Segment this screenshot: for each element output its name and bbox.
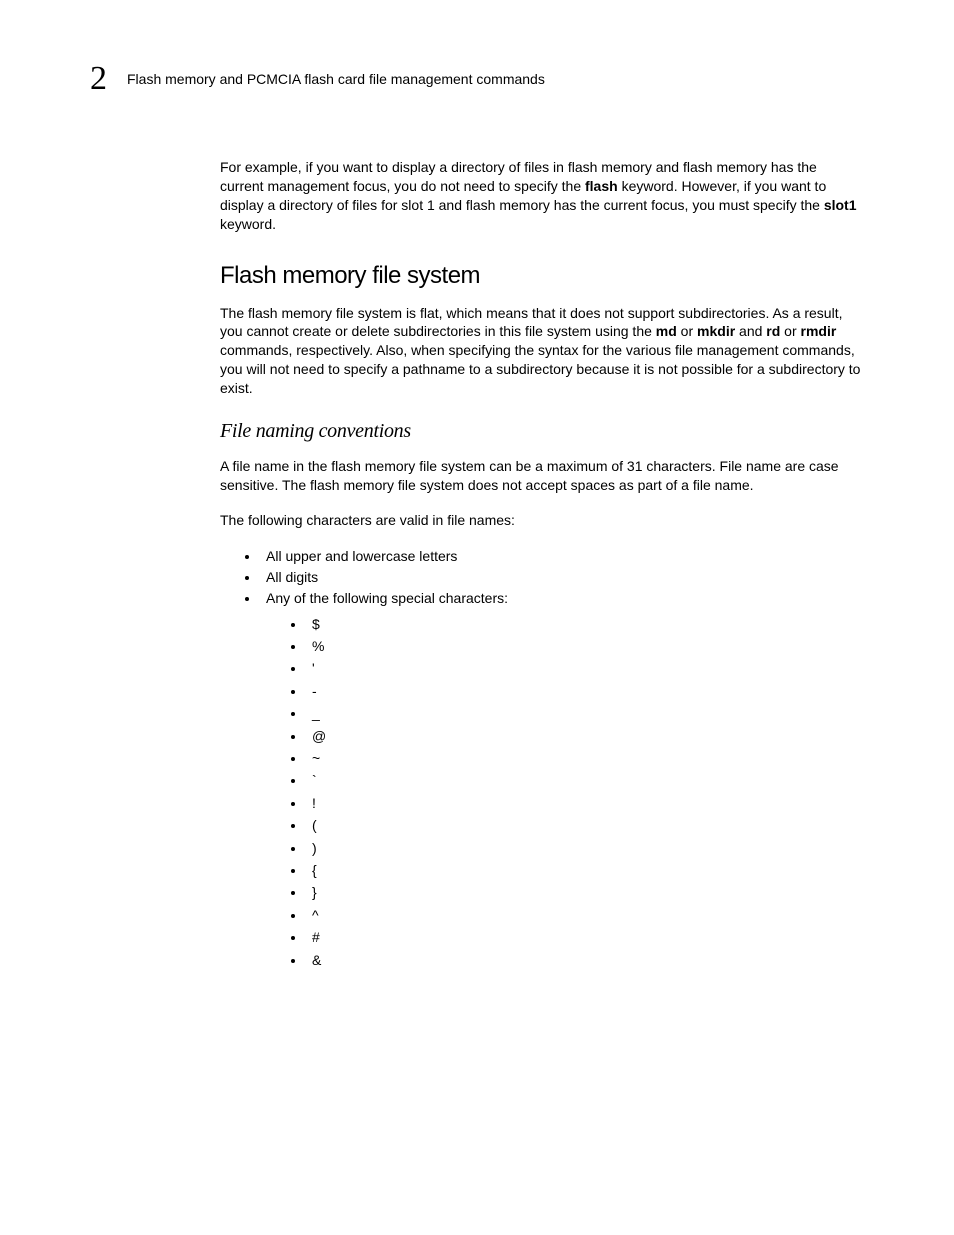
keyword-md: md	[656, 323, 677, 339]
subsection-heading-naming: File naming conventions	[220, 420, 864, 443]
page: 2 Flash memory and PCMCIA flash card fil…	[0, 0, 954, 1041]
text: (	[312, 817, 317, 833]
list-item: `	[306, 769, 864, 791]
keyword-slot1: slot1	[824, 197, 857, 213]
list-item: $	[306, 613, 864, 635]
text: )	[312, 840, 317, 856]
list-item: {	[306, 859, 864, 881]
list-item: Any of the following special characters:…	[260, 588, 864, 971]
text: ^	[312, 907, 319, 923]
list-item: All digits	[260, 567, 864, 588]
list-item: '	[306, 657, 864, 679]
keyword-rd: rd	[766, 323, 780, 339]
text: All digits	[266, 569, 318, 585]
text: $	[312, 616, 320, 632]
text: !	[312, 795, 316, 811]
keyword-mkdir: mkdir	[697, 323, 735, 339]
text: -	[312, 683, 317, 699]
content-area: For example, if you want to display a di…	[220, 158, 864, 971]
list-item: &	[306, 949, 864, 971]
valid-chars-list: All upper and lowercase letters All digi…	[220, 546, 864, 971]
text: Any of the following special characters:	[266, 590, 508, 606]
text: or	[780, 323, 800, 339]
text: {	[312, 862, 317, 878]
text: `	[312, 772, 317, 788]
list-item: (	[306, 814, 864, 836]
keyword-flash: flash	[585, 178, 618, 194]
text: %	[312, 638, 324, 654]
list-item: ^	[306, 904, 864, 926]
text: }	[312, 884, 317, 900]
list-item: All upper and lowercase letters	[260, 546, 864, 567]
chapter-number: 2	[90, 60, 107, 98]
text: #	[312, 929, 320, 945]
naming-paragraph-2: The following characters are valid in fi…	[220, 511, 864, 530]
text: commands, respectively. Also, when speci…	[220, 342, 860, 396]
text: ~	[312, 750, 320, 766]
text: and	[735, 323, 766, 339]
list-item: _	[306, 702, 864, 724]
list-item: @	[306, 725, 864, 747]
page-header: 2 Flash memory and PCMCIA flash card fil…	[90, 60, 874, 98]
section1-paragraph: The flash memory file system is flat, wh…	[220, 304, 864, 398]
text: _	[312, 705, 320, 721]
text: '	[312, 660, 315, 676]
list-item: )	[306, 837, 864, 859]
text: or	[677, 323, 697, 339]
list-item: -	[306, 680, 864, 702]
naming-paragraph-1: A file name in the flash memory file sys…	[220, 457, 864, 495]
list-item: ~	[306, 747, 864, 769]
list-item: %	[306, 635, 864, 657]
keyword-rmdir: rmdir	[801, 323, 837, 339]
intro-paragraph: For example, if you want to display a di…	[220, 158, 864, 234]
text: All upper and lowercase letters	[266, 548, 457, 564]
text: keyword.	[220, 216, 276, 232]
list-item: !	[306, 792, 864, 814]
list-item: #	[306, 926, 864, 948]
header-title: Flash memory and PCMCIA flash card file …	[127, 71, 545, 87]
section-heading-flash-memory: Flash memory file system	[220, 262, 864, 290]
text: &	[312, 952, 321, 968]
text: @	[312, 728, 326, 744]
special-chars-list: $ % ' - _ @ ~ ` ! ( ) { } ^ # &	[266, 613, 864, 971]
list-item: }	[306, 881, 864, 903]
